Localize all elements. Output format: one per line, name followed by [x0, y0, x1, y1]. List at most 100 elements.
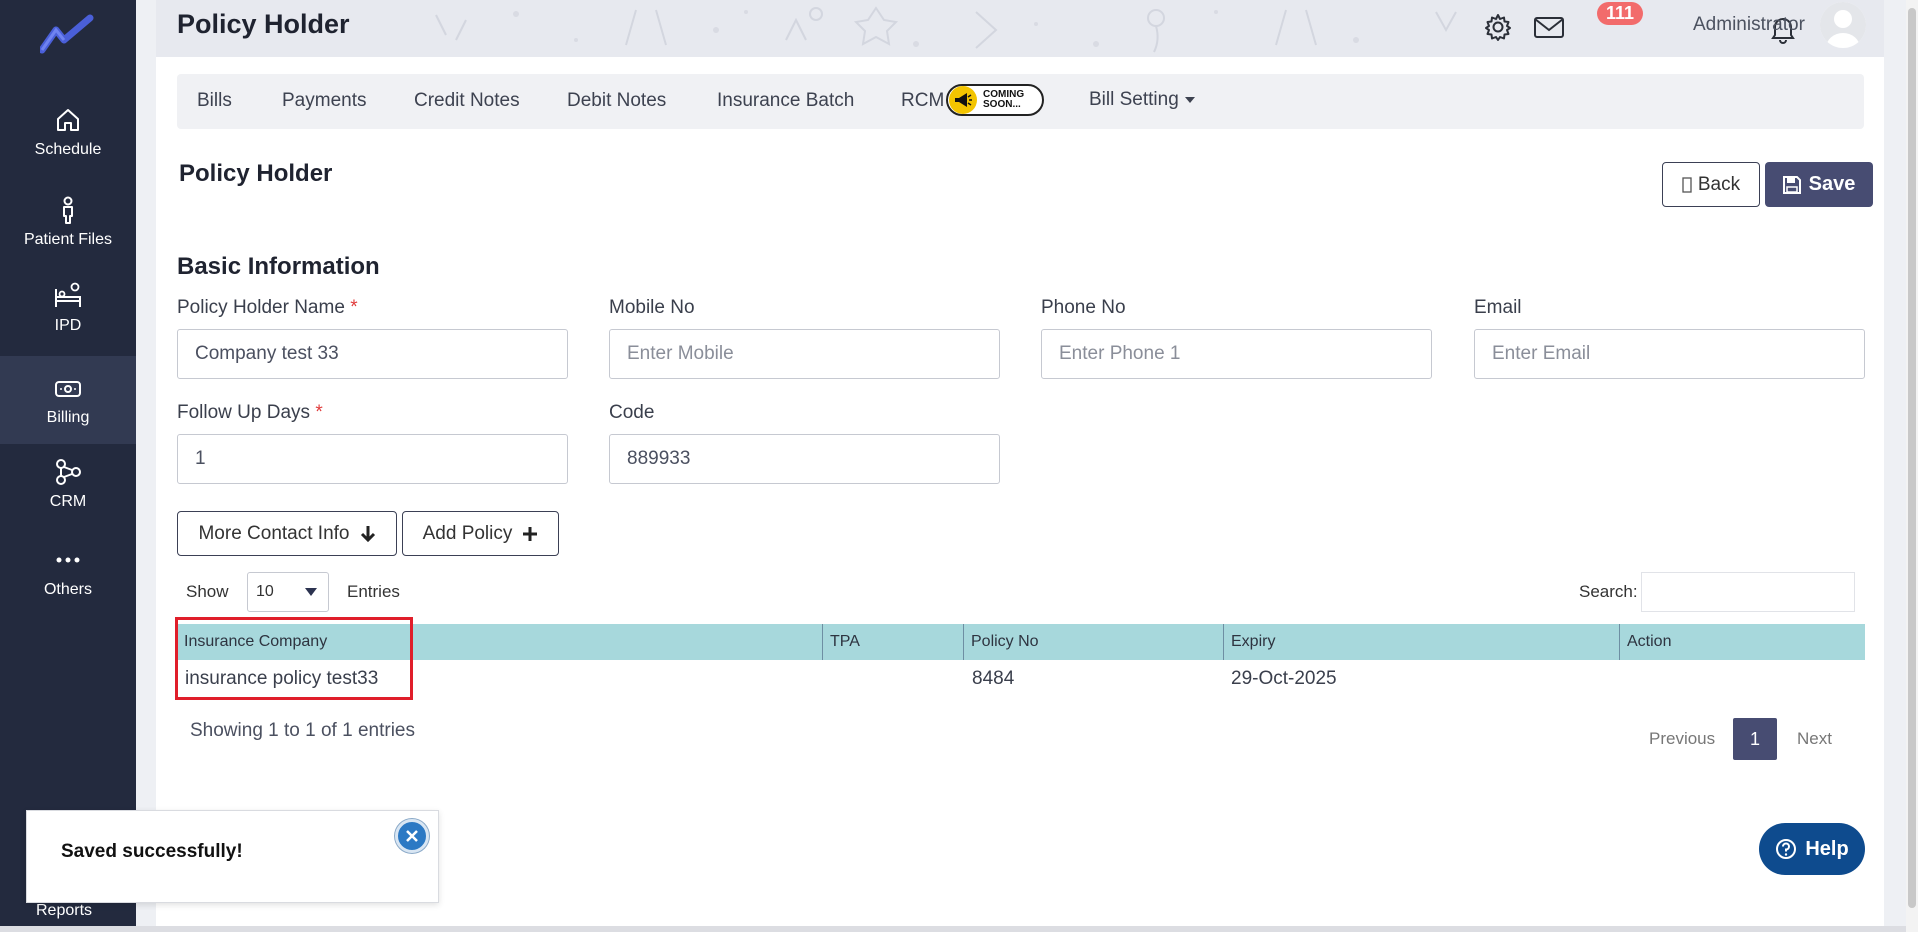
required-mark: * — [315, 402, 323, 423]
mobile-input[interactable]: Enter Mobile — [609, 329, 1000, 379]
user-name[interactable]: Administrator — [1693, 14, 1805, 36]
policy-holder-name-input[interactable]: Company test 33 — [177, 329, 568, 379]
logo-icon[interactable] — [40, 14, 94, 54]
page-header-title: Policy Holder — [177, 9, 350, 39]
tab-insurance-batch[interactable]: Insurance Batch — [717, 90, 854, 112]
tab-credit-notes[interactable]: Credit Notes — [414, 90, 520, 112]
sidebar-item-billing[interactable]: Billing — [0, 356, 136, 444]
code-input[interactable]: 889933 — [609, 434, 1000, 484]
sidebar-item-label: Patient Files — [23, 231, 113, 248]
column-header-policy-no[interactable]: Policy No — [964, 624, 1224, 660]
back-icon — [1682, 176, 1692, 193]
gear-icon[interactable] — [1482, 11, 1514, 43]
bed-icon — [55, 282, 81, 307]
person-icon — [63, 196, 73, 224]
mobile-label: Mobile No — [609, 297, 695, 318]
sidebar-item-label: Others — [43, 581, 92, 598]
phone-label: Phone No — [1041, 297, 1126, 318]
sidebar-item-crm[interactable]: CRM — [0, 440, 136, 528]
floppy-disk-icon — [1782, 175, 1801, 194]
column-header-action[interactable]: Action — [1620, 624, 1865, 660]
pagination-previous[interactable]: Previous — [1649, 729, 1715, 749]
notification-badge[interactable]: 111 — [1597, 2, 1644, 25]
phone-input[interactable]: Enter Phone 1 — [1041, 329, 1432, 379]
mail-icon[interactable] — [1532, 11, 1566, 43]
tab-bills[interactable]: Bills — [197, 90, 232, 112]
save-button[interactable]: Save — [1765, 162, 1873, 207]
show-label: Show — [186, 582, 229, 601]
coming-soon-text: COMING SOON... — [983, 90, 1024, 110]
triangle-down-icon — [305, 588, 317, 596]
page-size-select[interactable]: 10 — [247, 572, 329, 612]
tab-debit-notes[interactable]: Debit Notes — [567, 90, 666, 112]
policy-holder-name-label-text: Policy Holder Name — [177, 297, 345, 318]
add-policy-label: Add Policy — [422, 522, 513, 544]
column-header-tpa[interactable]: TPA — [823, 624, 964, 660]
main-panel: Policy Holder 111 Administrator Bills Pa… — [156, 0, 1884, 932]
tab-bill-setting[interactable]: Bill Setting — [1089, 89, 1195, 111]
sidebar-item-label: IPD — [54, 317, 82, 334]
coming-soon-badge: COMING SOON... — [946, 84, 1044, 116]
help-button[interactable]: Help — [1759, 823, 1865, 875]
follow-up-days-label-text: Follow Up Days — [177, 402, 311, 423]
bill-setting-label: Bill Setting — [1089, 89, 1179, 110]
sidebar-item-label: CRM — [49, 493, 87, 510]
back-button[interactable]: Back — [1662, 162, 1760, 207]
page-size-value: 10 — [256, 583, 274, 600]
sidebar-item-ipd[interactable]: IPD — [0, 264, 136, 352]
follow-up-days-label: Follow Up Days * — [177, 402, 323, 424]
more-contact-info-label: More Contact Info — [198, 522, 350, 544]
sidebar-item-schedule[interactable]: Schedule — [0, 88, 136, 176]
bottom-strip — [0, 926, 1906, 932]
arrow-down-icon — [360, 525, 375, 542]
column-header-expiry[interactable]: Expiry — [1224, 624, 1620, 660]
avatar[interactable] — [1820, 2, 1866, 48]
dots-icon — [56, 557, 80, 563]
toast-message: Saved successfully! — [61, 841, 243, 862]
sidebar-item-others[interactable]: Others — [0, 528, 136, 616]
caret-down-icon — [1184, 96, 1195, 103]
top-bar: Policy Holder 111 Administrator — [156, 0, 1884, 57]
policy-holder-name-label: Policy Holder Name * — [177, 297, 358, 319]
toast-notification: Saved successfully! — [26, 810, 439, 903]
search-label: Search: — [1579, 582, 1638, 601]
follow-up-days-input[interactable]: 1 — [177, 434, 568, 484]
required-mark: * — [350, 297, 358, 318]
cell-expiry: 29-Oct-2025 — [1231, 668, 1337, 689]
search-input[interactable] — [1641, 572, 1855, 612]
tab-rcm[interactable]: RCM — [901, 90, 944, 112]
network-icon — [56, 459, 81, 485]
entries-label: Entries — [347, 582, 400, 601]
email-label: Email — [1474, 297, 1522, 318]
coming-soon-line2: SOON... — [983, 99, 1021, 110]
sidebar-item-label: Schedule — [34, 141, 102, 158]
back-button-label: Back — [1697, 173, 1741, 195]
pagination-page-1[interactable]: 1 — [1733, 718, 1777, 760]
table-info: Showing 1 to 1 of 1 entries — [190, 720, 415, 741]
tab-payments[interactable]: Payments — [282, 90, 366, 112]
megaphone-icon — [949, 86, 977, 114]
page-title: Policy Holder — [179, 160, 333, 187]
toast-close-button[interactable] — [395, 819, 429, 853]
money-icon — [55, 381, 81, 397]
table-header: Insurance Company TPA Policy No Expiry A… — [177, 624, 1865, 660]
scrollbar[interactable] — [1906, 0, 1918, 932]
sidebar: Schedule Patient Files IPD Billing CRM O… — [0, 0, 136, 932]
pagination-next[interactable]: Next — [1797, 729, 1832, 749]
scrollbar-thumb[interactable] — [1908, 8, 1916, 908]
sidebar-item-reports[interactable]: Reports — [36, 902, 92, 920]
plus-icon — [523, 526, 538, 541]
email-input[interactable]: Enter Email — [1474, 329, 1865, 379]
add-policy-button[interactable]: Add Policy — [402, 511, 559, 556]
column-header-insurance-company[interactable]: Insurance Company — [177, 624, 823, 660]
sidebar-item-patient-files[interactable]: Patient Files — [0, 178, 136, 266]
user-icon — [1820, 2, 1866, 48]
more-contact-info-button[interactable]: More Contact Info — [177, 511, 397, 556]
help-label: Help — [1805, 837, 1849, 860]
save-button-label: Save — [1808, 173, 1856, 195]
question-circle-icon — [1776, 839, 1797, 859]
basic-information-heading: Basic Information — [177, 253, 380, 280]
cell-insurance-company: insurance policy test33 — [185, 668, 379, 689]
code-label: Code — [609, 402, 655, 423]
home-icon — [57, 109, 79, 131]
